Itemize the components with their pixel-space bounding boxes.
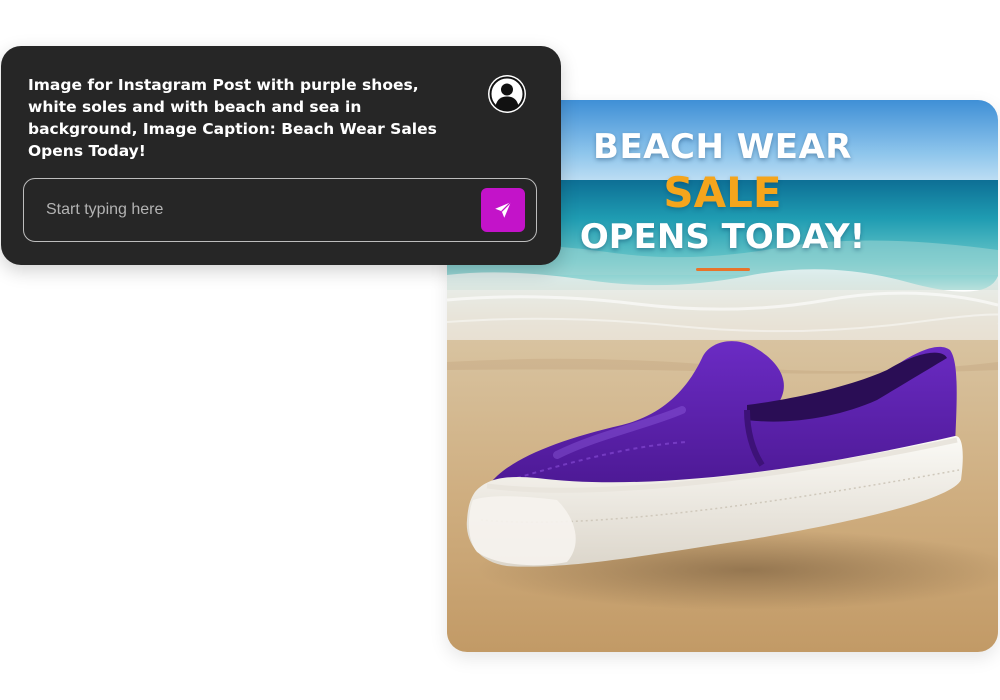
chat-input[interactable] [34,189,464,231]
chat-input-box [23,178,537,242]
user-silhouette-icon [489,76,525,112]
paper-plane-icon [495,201,512,218]
user-avatar-icon [488,75,526,113]
send-button[interactable] [481,188,525,232]
stage: Beach Wear Sale Opens Today! Image for I… [0,0,1000,700]
headline-underline [695,268,750,271]
prompt-message: Image for Instagram Post with purple sho… [28,76,437,160]
prompt-panel: Image for Instagram Post with purple sho… [1,46,561,265]
